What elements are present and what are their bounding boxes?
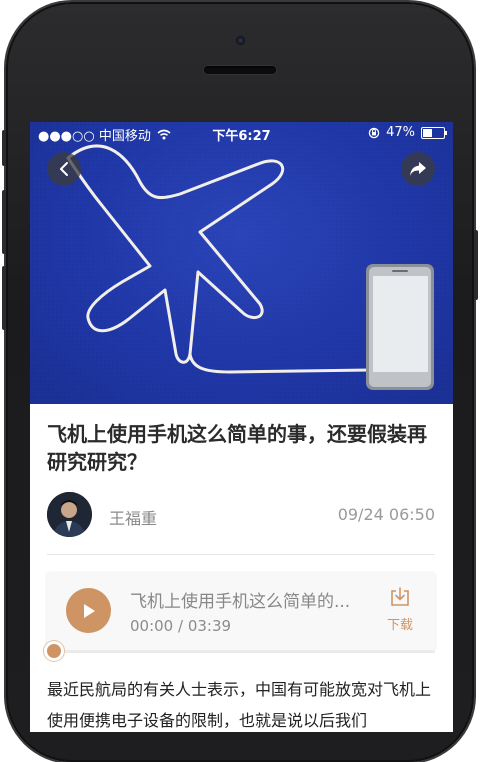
rotation-lock-icon bbox=[368, 127, 380, 138]
author-name[interactable]: 王福重 bbox=[109, 505, 157, 529]
play-icon bbox=[83, 603, 95, 618]
current-time: 00:00 bbox=[130, 617, 174, 635]
mute-switch bbox=[2, 130, 6, 166]
article-body: 最近民航局的有关人士表示，中国有可能放宽对飞机上使用便携电子设备的限制，也就是说… bbox=[47, 680, 432, 730]
volume-up-button bbox=[2, 190, 6, 254]
share-arrow-icon bbox=[410, 162, 426, 176]
battery-icon bbox=[421, 126, 447, 139]
download-button[interactable]: 下载 bbox=[380, 586, 420, 633]
status-indicators: 47% bbox=[368, 125, 447, 140]
audio-progress-knob[interactable] bbox=[47, 644, 61, 658]
chevron-left-icon bbox=[60, 162, 68, 176]
play-button[interactable] bbox=[66, 588, 111, 633]
front-camera bbox=[236, 36, 245, 45]
download-label: 下载 bbox=[386, 618, 413, 633]
back-button[interactable] bbox=[47, 152, 81, 186]
audio-progress-track[interactable] bbox=[56, 651, 435, 653]
phone-image bbox=[366, 264, 434, 390]
audio-title: 飞机上使用手机这么简单的... bbox=[130, 592, 351, 612]
battery-fill bbox=[423, 128, 432, 137]
battery-percent: 47% bbox=[386, 125, 415, 140]
share-button[interactable] bbox=[401, 152, 435, 186]
audio-time: 00:00 / 03:39 bbox=[130, 617, 231, 635]
time-separator: / bbox=[173, 617, 188, 635]
download-icon bbox=[391, 587, 409, 606]
author-avatar[interactable] bbox=[47, 492, 92, 537]
status-bar: ●●●○○ 中国移动 下午6:27 47% bbox=[30, 122, 453, 144]
power-button bbox=[474, 230, 478, 300]
volume-down-button bbox=[2, 266, 6, 330]
article-title: 飞机上使用手机这么简单的事，还要假装再研究研究？ bbox=[47, 422, 427, 474]
airplane-cable-illustration bbox=[30, 122, 453, 404]
hero-image: ●●●○○ 中国移动 下午6:27 47% bbox=[30, 122, 453, 404]
duration: 03:39 bbox=[187, 617, 232, 635]
audio-player: 飞机上使用手机这么简单的... 00:00 / 03:39 下载 bbox=[47, 572, 435, 650]
divider bbox=[47, 554, 435, 555]
screen: ●●●○○ 中国移动 下午6:27 47% 飞机上使用手机这么简单的事，还要假装… bbox=[30, 122, 453, 732]
earpiece-speaker bbox=[204, 66, 276, 74]
avatar-portrait bbox=[47, 492, 92, 537]
publish-date: 09/24 06:50 bbox=[337, 505, 435, 524]
